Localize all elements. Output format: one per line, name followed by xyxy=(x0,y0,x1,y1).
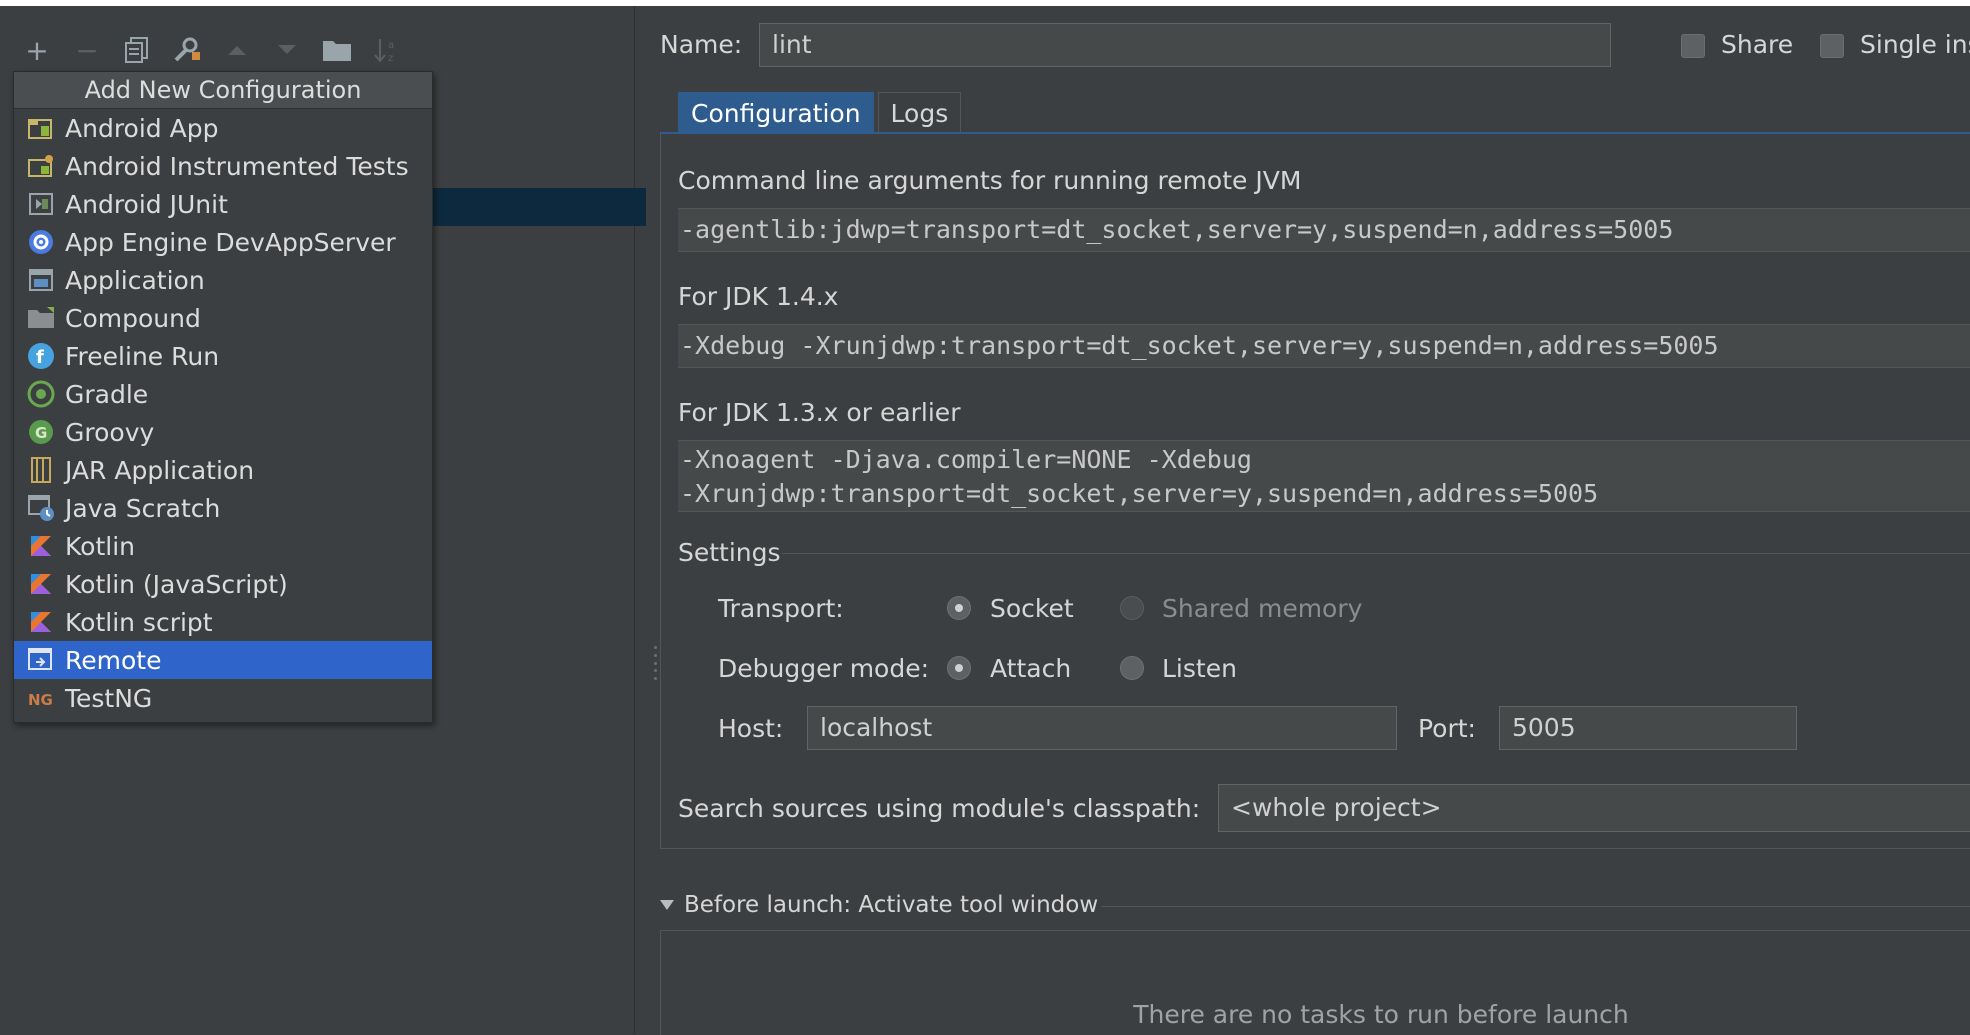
transport-label: Transport: xyxy=(718,594,844,623)
before-launch-header[interactable]: Before launch: Activate tool window xyxy=(660,892,1098,918)
jdk14-field[interactable]: -Xdebug -Xrunjdwp:transport=dt_socket,se… xyxy=(678,324,1970,368)
move-down-button[interactable] xyxy=(262,28,312,72)
list-item-testng[interactable]: NG TestNG xyxy=(14,679,432,717)
popup-title: Add New Configuration xyxy=(14,72,432,109)
jar-icon xyxy=(26,456,56,484)
list-item-app-engine[interactable]: App Engine DevAppServer xyxy=(14,223,432,261)
transport-shared-label: Shared memory xyxy=(1162,594,1363,623)
folder-icon xyxy=(26,304,56,332)
before-launch-separator xyxy=(1101,906,1970,907)
plus-icon: + xyxy=(25,33,49,67)
settings-label: Settings xyxy=(678,538,781,567)
list-item-kotlin-javascript[interactable]: Kotlin (JavaScript) xyxy=(14,565,432,603)
tree-selected-row[interactable] xyxy=(432,188,646,226)
list-item-jar-application[interactable]: JAR Application xyxy=(14,451,432,489)
transport-shared-radio[interactable] xyxy=(1120,596,1144,620)
classpath-select[interactable]: <whole project> xyxy=(1218,784,1970,832)
android-tests-icon xyxy=(26,152,56,180)
list-item-gradle[interactable]: Gradle xyxy=(14,375,432,413)
debugger-listen-radio[interactable] xyxy=(1120,656,1144,680)
list-item-kotlin[interactable]: Kotlin xyxy=(14,527,432,565)
debugger-attach-radio[interactable] xyxy=(947,656,971,680)
configurations-toolbar: + − az xyxy=(12,26,412,74)
list-item-android-instrumented-tests[interactable]: Android Instrumented Tests xyxy=(14,147,432,185)
junit-icon xyxy=(26,190,56,218)
wrench-icon xyxy=(174,37,200,62)
minus-icon: − xyxy=(75,33,99,67)
transport-socket-label: Socket xyxy=(990,594,1074,623)
application-icon xyxy=(26,266,56,294)
gradle-icon xyxy=(26,380,56,408)
list-item-groovy[interactable]: G Groovy xyxy=(14,413,432,451)
testng-icon: NG xyxy=(26,684,56,712)
move-up-button[interactable] xyxy=(212,28,262,72)
arrow-down-icon xyxy=(278,45,296,54)
java-scratch-icon xyxy=(26,494,56,522)
settings-separator xyxy=(782,553,1970,554)
kotlin-icon xyxy=(26,532,56,560)
host-input[interactable]: localhost xyxy=(807,706,1397,750)
classpath-label: Search sources using module's classpath: xyxy=(678,794,1201,823)
tab-bar: Configuration Logs xyxy=(678,92,965,133)
port-label: Port: xyxy=(1418,714,1476,743)
tab-logs[interactable]: Logs xyxy=(877,92,962,133)
debugger-attach-label: Attach xyxy=(990,654,1072,683)
android-app-icon xyxy=(26,114,56,142)
debugger-mode-label: Debugger mode: xyxy=(718,654,930,683)
remote-icon xyxy=(26,646,56,674)
add-configuration-button[interactable]: + xyxy=(12,28,62,72)
list-item-application[interactable]: Application xyxy=(14,261,432,299)
debugger-listen-label: Listen xyxy=(1162,654,1237,683)
single-instance-checkbox[interactable] xyxy=(1820,34,1844,58)
list-item-kotlin-script[interactable]: Kotlin script xyxy=(14,603,432,641)
list-item-remote[interactable]: Remote xyxy=(14,641,432,679)
arrow-up-icon xyxy=(228,46,246,55)
kotlin-icon xyxy=(26,608,56,636)
host-label: Host: xyxy=(718,714,784,743)
svg-text:f: f xyxy=(36,347,44,368)
name-input[interactable]: lint xyxy=(759,23,1611,67)
share-checkbox[interactable] xyxy=(1681,34,1705,58)
list-item-android-app[interactable]: Android App xyxy=(14,109,432,147)
list-item-freeline-run[interactable]: f Freeline Run xyxy=(14,337,432,375)
share-label: Share xyxy=(1721,30,1794,59)
groovy-icon: G xyxy=(26,418,56,446)
edit-defaults-button[interactable] xyxy=(162,28,212,72)
collapse-triangle-icon xyxy=(660,900,674,910)
tab-configuration[interactable]: Configuration xyxy=(678,92,874,133)
name-label: Name: xyxy=(660,30,743,59)
jdk13-field[interactable]: -Xnoagent -Djava.compiler=NONE -Xdebug -… xyxy=(678,440,1970,512)
folder-icon xyxy=(323,41,351,61)
sort-button[interactable]: az xyxy=(362,28,412,72)
create-folder-button[interactable] xyxy=(312,28,362,72)
jdk13-label: For JDK 1.3.x or earlier xyxy=(678,398,961,427)
jdk14-label: For JDK 1.4.x xyxy=(678,282,839,311)
svg-text:z: z xyxy=(388,53,393,64)
copy-icon xyxy=(125,37,148,63)
list-item-compound[interactable]: Compound xyxy=(14,299,432,337)
splitter-handle[interactable] xyxy=(652,646,658,680)
app-engine-icon xyxy=(26,228,56,256)
add-configuration-popup: Add New Configuration Android App Androi… xyxy=(13,71,433,723)
cmd-args-field[interactable]: -agentlib:jdwp=transport=dt_socket,serve… xyxy=(678,208,1970,252)
freeline-icon: f xyxy=(26,342,56,370)
svg-text:a: a xyxy=(388,40,394,51)
list-item-android-junit[interactable]: Android JUnit xyxy=(14,185,432,223)
cmd-args-label: Command line arguments for running remot… xyxy=(678,166,1302,195)
remove-configuration-button[interactable]: − xyxy=(62,28,112,72)
single-instance-label: Single ins xyxy=(1860,30,1970,59)
transport-socket-radio[interactable] xyxy=(947,596,971,620)
configuration-type-list: Android App Android Instrumented Tests A… xyxy=(14,109,432,717)
svg-text:NG: NG xyxy=(28,691,53,709)
copy-configuration-button[interactable] xyxy=(112,28,162,72)
before-launch-empty-text: There are no tasks to run before launch xyxy=(1133,1000,1629,1029)
kotlin-icon xyxy=(26,570,56,598)
list-item-java-scratch[interactable]: Java Scratch xyxy=(14,489,432,527)
port-input[interactable]: 5005 xyxy=(1499,706,1797,750)
svg-text:G: G xyxy=(35,424,47,442)
sort-icon: az xyxy=(374,39,394,64)
